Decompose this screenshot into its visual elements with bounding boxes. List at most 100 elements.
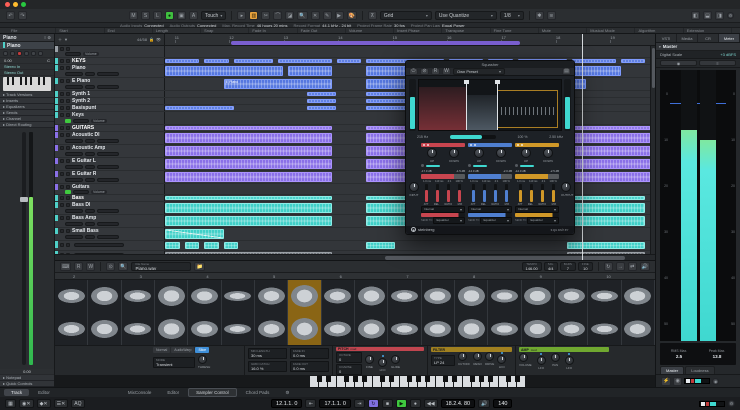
audio-event[interactable] <box>307 92 337 96</box>
slice-field-grid-catch[interactable]: GRID CATCH 16.0 % <box>248 361 287 372</box>
piano-key-black[interactable] <box>514 376 520 382</box>
input-gain-knob[interactable]: INPUT <box>409 181 419 197</box>
automation-s-button[interactable]: S <box>141 11 150 20</box>
band-down-knob[interactable] <box>449 147 459 158</box>
track-mute-button[interactable] <box>60 106 64 110</box>
piano-key-black[interactable] <box>379 376 385 382</box>
waveform-slice[interactable] <box>88 280 122 345</box>
track-solo-button[interactable] <box>66 113 70 118</box>
waveform-slice[interactable] <box>622 280 655 345</box>
track-mini-slider[interactable] <box>85 235 95 240</box>
meter-rms-button[interactable]: ≡ <box>699 60 736 66</box>
track-header-bass-di[interactable]: Bass DI <box>55 202 165 214</box>
track-solo-button[interactable] <box>66 46 70 51</box>
sample-waveform[interactable] <box>55 280 655 345</box>
band-mini-slider[interactable] <box>530 183 533 202</box>
band-header[interactable] <box>468 142 512 147</box>
piano-key-black[interactable] <box>316 376 322 382</box>
zone-tabs-setup-icon[interactable]: ⚙ <box>278 389 296 397</box>
track-header-synth-1[interactable]: Synth 1 <box>55 91 165 97</box>
meter-tab-master[interactable]: Master <box>660 366 685 374</box>
position-display[interactable]: 18.2.4. 80 <box>440 399 476 408</box>
band-spectrum-display[interactable] <box>418 78 562 131</box>
plugin-read-button[interactable]: R <box>431 67 440 75</box>
output-gain-knob[interactable]: OUTPUT <box>561 181 573 197</box>
play-button[interactable]: ▶ <box>395 399 407 408</box>
record-modes-icon[interactable]: ▦ <box>5 399 16 408</box>
info-field[interactable]: Snap <box>201 28 250 33</box>
sampler-field-sig[interactable]: SIG. 4/4 <box>543 262 558 271</box>
info-field[interactable]: Transpose <box>442 28 491 33</box>
track-mini-slider[interactable] <box>85 222 95 227</box>
sidechain-source-select[interactable]: Internal ▾ <box>468 205 512 213</box>
audio-event[interactable] <box>165 133 332 143</box>
preset-select[interactable]: Own Preset ▾ <box>453 67 505 75</box>
read-automation-button[interactable] <box>65 119 71 124</box>
left-zone-tab-track[interactable]: Track <box>4 389 30 396</box>
track-mini-slider[interactable] <box>97 139 119 144</box>
track-header-piano[interactable]: Piano <box>55 65 165 77</box>
audio-event[interactable] <box>165 106 234 110</box>
goto-right-locator-icon[interactable]: ⇥ <box>353 399 365 408</box>
zoom-tool-icon[interactable]: 🔍 <box>297 11 308 20</box>
track-mute-button[interactable] <box>60 92 64 96</box>
mode-tab-slice[interactable]: Slice <box>195 347 210 353</box>
sampler-field-bars[interactable]: BARS 7 <box>559 262 576 271</box>
monitor-sample-icon[interactable]: 🔊 <box>639 262 650 271</box>
sc-toggle[interactable] <box>515 164 518 168</box>
waveform-slice[interactable] <box>455 280 489 345</box>
send-to-select[interactable]: Equalizer ▾ <box>527 216 559 224</box>
sampler-name-field[interactable] <box>74 242 124 247</box>
play-tool-icon[interactable]: ▶ <box>334 11 344 20</box>
track-header-sampler[interactable] <box>55 241 165 250</box>
mode-tab-normal[interactable]: Normal <box>153 347 171 353</box>
output-routing[interactable]: Stereo Out <box>0 70 54 76</box>
marker-icon[interactable]: ✱ <box>534 11 544 20</box>
transport-setup-icon[interactable]: ⚙ <box>728 400 736 407</box>
eye-icon[interactable]: 👁 <box>156 37 161 42</box>
erase-tool-icon[interactable]: ◪ <box>285 11 295 20</box>
track-mute-button[interactable] <box>60 59 64 63</box>
audio-event[interactable] <box>204 59 229 63</box>
monitor-level-knob[interactable]: ◉ <box>712 377 720 385</box>
track-mini-slider[interactable] <box>97 178 119 183</box>
track-mute-button[interactable] <box>60 159 64 164</box>
pitch-lfo-knob[interactable] <box>378 358 387 367</box>
project-playhead[interactable] <box>581 34 583 260</box>
info-field[interactable]: Insert Phase <box>394 28 443 33</box>
track-header-guitars[interactable]: Guitars Volume <box>55 184 165 194</box>
draw-tool-icon[interactable]: ✎ <box>322 11 332 20</box>
track-header-keys[interactable]: Keys Volume <box>55 112 165 124</box>
automation-a-button[interactable]: A <box>189 11 198 20</box>
track-mute-button[interactable] <box>60 133 64 138</box>
filter-cutoff-knob[interactable] <box>458 352 467 361</box>
audio-event[interactable] <box>165 146 332 156</box>
secondary-display[interactable]: 140 <box>493 399 513 408</box>
band-mini-slider[interactable] <box>436 183 439 202</box>
automation-mode-select[interactable]: Touch ▾ <box>201 11 227 20</box>
write-automation-button[interactable]: W <box>86 262 96 271</box>
snap-icon[interactable]: ⊙ <box>106 262 116 271</box>
loop-mode-icon[interactable]: ↻ <box>603 262 613 271</box>
piano-key-black[interactable] <box>325 376 331 382</box>
piano-key-black[interactable] <box>487 376 493 382</box>
audio-event[interactable] <box>165 126 332 130</box>
amp-lfo-knob[interactable] <box>564 356 574 365</box>
right-zone-toggle-icon[interactable]: ◨ <box>715 11 724 20</box>
track-solo-button[interactable] <box>66 99 70 103</box>
audio-event[interactable] <box>571 59 616 63</box>
audio-event[interactable] <box>277 59 332 63</box>
right-zone-tab-meter[interactable]: Meter <box>719 34 740 42</box>
band-down-knob[interactable] <box>496 147 506 158</box>
inspector-pan[interactable]: C <box>47 58 50 63</box>
redo-icon[interactable]: ↷ <box>18 11 27 20</box>
info-field[interactable]: Start <box>56 28 105 33</box>
sampler-field-fine[interactable]: FINE 10 <box>577 262 593 271</box>
info-field[interactable]: End <box>105 28 153 33</box>
waveform-slice[interactable] <box>355 280 389 345</box>
piano-key-black[interactable] <box>415 376 421 382</box>
band-mini-slider[interactable] <box>425 183 428 202</box>
waveform-slice[interactable] <box>255 280 289 345</box>
track-mini-slider[interactable] <box>85 209 95 214</box>
band-mini-slider[interactable] <box>505 183 508 202</box>
